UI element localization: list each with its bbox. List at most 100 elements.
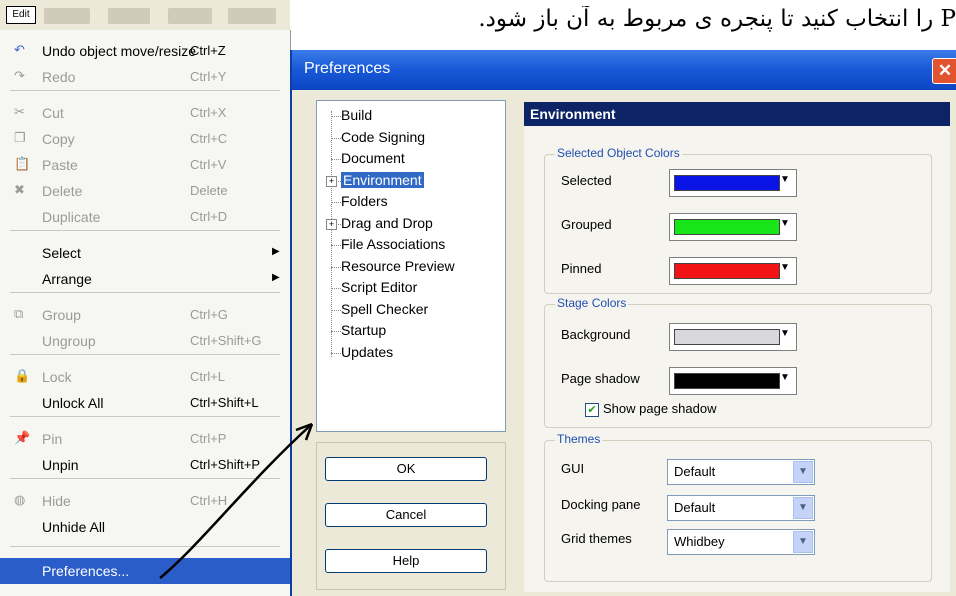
grid-themes-select[interactable]: Whidbey ▼ [667, 529, 815, 555]
menu-item-undo-object-move-resize[interactable]: ↶ Undo object move/resize Ctrl+Z [0, 38, 290, 64]
menu-item-shortcut: Ctrl+Z [190, 43, 226, 58]
menu-placeholder[interactable] [44, 8, 90, 24]
menu-item-shortcut: Delete [190, 183, 228, 198]
menu-item-shortcut: Ctrl+V [190, 157, 227, 172]
chevron-down-icon[interactable]: ▼ [793, 531, 813, 553]
dialog-titlebar[interactable]: Preferences ✕ [292, 50, 956, 90]
selected-color-picker[interactable]: ▼ [669, 169, 797, 197]
docking-pane-select[interactable]: Default ▼ [667, 495, 815, 521]
menu-item-select[interactable]: Select ▶ [0, 240, 290, 266]
chevron-down-icon: ▼ [780, 174, 790, 185]
tree-node-spell-checker[interactable]: Spell Checker [341, 301, 428, 317]
pinned-color-picker[interactable]: ▼ [669, 257, 797, 285]
docking-pane-label: Docking pane [561, 497, 641, 512]
preferences-dialog: Preferences ✕ Build Code Signing Document +… [290, 50, 956, 596]
menu-item-group[interactable]: ⧉ Group Ctrl+G [0, 302, 290, 328]
panel-heading: Environment [524, 102, 950, 126]
menu-item-label: Redo [42, 69, 76, 85]
close-icon[interactable]: ✕ [932, 58, 956, 84]
chevron-down-icon[interactable]: ▼ [793, 497, 813, 519]
menu-item-label: Duplicate [42, 209, 101, 225]
menu-separator [10, 416, 280, 417]
menu-item-hide[interactable]: ◍ Hide Ctrl+H [0, 488, 290, 514]
menu-separator [10, 354, 280, 355]
tree-connector [331, 288, 341, 289]
tree-connector [331, 331, 341, 332]
menu-item-label: Cut [42, 105, 64, 121]
tree-node-file-associations[interactable]: File Associations [341, 236, 445, 252]
menu-item-duplicate[interactable]: Duplicate Ctrl+D [0, 204, 290, 230]
tree-node-drag-and-drop[interactable]: Drag and Drop [341, 215, 433, 231]
background-label: Background [561, 327, 631, 342]
color-swatch [674, 329, 780, 345]
expand-icon[interactable]: + [326, 218, 337, 230]
menu-item-paste[interactable]: 📋 Paste Ctrl+V [0, 152, 290, 178]
pin-icon: 📌 [14, 430, 31, 445]
menu-item-redo[interactable]: ↷ Redo Ctrl+Y [0, 64, 290, 90]
tree-connector [331, 309, 341, 311]
chevron-down-icon[interactable]: ▼ [793, 461, 813, 483]
gui-theme-select[interactable]: Default ▼ [667, 459, 815, 485]
tree-connector [331, 202, 341, 203]
menu-item-label: Ungroup [42, 333, 96, 349]
menu-item-shortcut: Ctrl+G [190, 307, 228, 322]
menu-item-arrange[interactable]: Arrange ▶ [0, 266, 290, 292]
ok-button[interactable]: OK [325, 457, 487, 481]
menu-item-label: Unhide All [42, 519, 106, 535]
tree-node-resource-preview[interactable]: Resource Preview [341, 258, 455, 274]
menu-item-cut[interactable]: ✂ Cut Ctrl+X [0, 100, 290, 126]
submenu-arrow-icon: ▶ [272, 272, 280, 283]
tree-node-startup[interactable]: Startup [341, 322, 386, 338]
color-swatch [674, 263, 780, 279]
group-title: Themes [555, 432, 603, 446]
menu-item-shortcut: Ctrl+D [190, 209, 228, 224]
tree-node-build[interactable]: Build [341, 107, 372, 123]
tree-node-updates[interactable]: Updates [341, 344, 393, 360]
undo-icon: ↶ [14, 42, 25, 57]
color-swatch [674, 175, 780, 191]
background-color-picker[interactable]: ▼ [669, 323, 797, 351]
menu-item-label: Select [42, 245, 81, 261]
menu-item-ungroup[interactable]: Ungroup Ctrl+Shift+G [0, 328, 290, 354]
edit-menu-button[interactable]: Edit [6, 6, 36, 24]
lock-icon: 🔒 [14, 368, 31, 383]
instruction-caption: P را انتخاب کنید تا پنجره ی مربوط به آن … [478, 6, 956, 32]
menu-item-delete[interactable]: ✖ Delete Delete [0, 178, 290, 204]
tree-node-code-signing[interactable]: Code Signing [341, 129, 425, 145]
page-shadow-color-picker[interactable]: ▼ [669, 367, 797, 395]
tree-node-document[interactable]: Document [341, 150, 405, 166]
menu-item-pin[interactable]: 📌 Pin Ctrl+P [0, 426, 290, 452]
tree-connector [331, 159, 341, 160]
grouped-color-picker[interactable]: ▼ [669, 213, 797, 241]
paste-icon: 📋 [14, 156, 31, 171]
menu-placeholder[interactable] [228, 8, 276, 24]
themes-group: Themes GUI Default ▼ Docking pane Default… [544, 432, 932, 582]
edit-menu: ↶ Undo object move/resize Ctrl+Z ↷ Redo Ctrl+… [0, 30, 291, 596]
expand-icon[interactable]: + [326, 175, 337, 187]
tree-node-folders[interactable]: Folders [341, 193, 388, 209]
help-button[interactable]: Help [325, 549, 487, 573]
menu-item-label: Preferences... [42, 563, 130, 579]
menu-item-unhide-all[interactable]: Unhide All [0, 514, 290, 540]
menu-separator [10, 478, 280, 479]
menu-separator [10, 546, 280, 547]
tree-node-script-editor[interactable]: Script Editor [341, 279, 417, 295]
redo-icon: ↷ [14, 68, 25, 83]
menu-item-copy[interactable]: ❐ Copy Ctrl+C [0, 126, 290, 152]
menu-placeholder[interactable] [168, 8, 212, 24]
tree-connector [331, 266, 341, 268]
submenu-arrow-icon: ▶ [272, 246, 280, 257]
tree-node-environment[interactable]: Environment [341, 171, 424, 188]
show-page-shadow-checkbox[interactable]: ✔ [585, 403, 599, 417]
menu-item-unlock-all[interactable]: Unlock All Ctrl+Shift+L [0, 390, 290, 416]
menu-item-shortcut: Ctrl+Y [190, 69, 227, 84]
menu-item-lock[interactable]: 🔒 Lock Ctrl+L [0, 364, 290, 390]
cancel-button[interactable]: Cancel [325, 503, 487, 527]
page-shadow-label: Page shadow [561, 371, 640, 386]
menu-item-label: Undo object move/resize [42, 43, 197, 59]
select-value: Whidbey [674, 534, 725, 549]
menu-item-shortcut: Ctrl+Shift+P [190, 457, 261, 472]
menu-item-unpin[interactable]: Unpin Ctrl+Shift+P [0, 452, 290, 478]
menu-item-preferences[interactable]: Preferences... [0, 558, 290, 584]
menu-placeholder[interactable] [108, 8, 150, 24]
